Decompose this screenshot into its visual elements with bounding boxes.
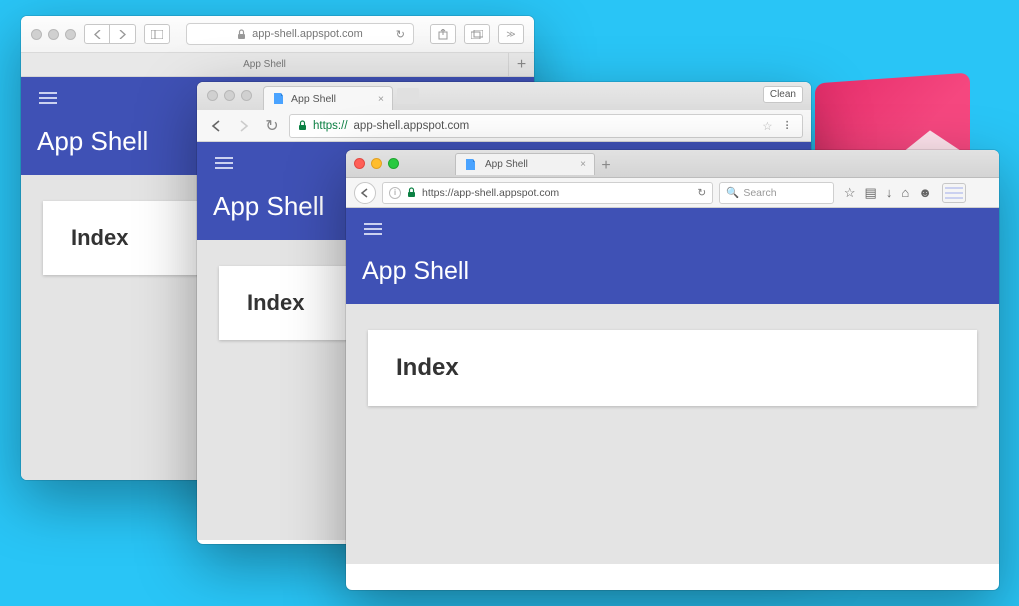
app-title: App Shell	[362, 257, 983, 286]
back-button[interactable]	[205, 115, 227, 137]
browser-tab[interactable]: App Shell ×	[455, 153, 595, 175]
close-dot[interactable]	[354, 158, 365, 169]
firefox-toolbar: i https://app-shell.appspot.com ↻ 🔍 Sear…	[346, 178, 999, 208]
hamburger-icon[interactable]	[39, 97, 57, 99]
maximize-dot[interactable]	[65, 29, 76, 40]
address-bar[interactable]: app-shell.appspot.com ↻	[186, 23, 414, 45]
hamburger-icon[interactable]	[364, 228, 382, 230]
nav-back-forward[interactable]	[84, 24, 136, 44]
close-dot[interactable]	[31, 29, 42, 40]
favicon-icon	[272, 92, 285, 105]
lock-icon	[237, 29, 246, 40]
bookmark-star-icon[interactable]: ☆	[844, 185, 856, 201]
app-header: App Shell	[346, 208, 999, 304]
tabs-button[interactable]	[464, 24, 490, 44]
app-menu-button[interactable]	[942, 183, 966, 203]
forward-button[interactable]	[110, 24, 136, 44]
maximize-dot[interactable]	[241, 90, 252, 101]
tab-title: App Shell	[243, 59, 286, 70]
page-menu-icon[interactable]: ⠇	[785, 119, 794, 133]
safari-tabbar: App Shell +	[21, 52, 534, 76]
lock-icon	[298, 120, 307, 131]
new-tab-button[interactable]: +	[595, 157, 617, 175]
address-text: app-shell.appspot.com	[252, 28, 363, 40]
url-bar[interactable]: i https://app-shell.appspot.com ↻	[382, 182, 713, 204]
url-host: app-shell.appspot.com	[354, 120, 470, 132]
hamburger-icon	[945, 192, 963, 194]
library-icon[interactable]: ▤	[865, 185, 877, 201]
safari-toolbar: app-shell.appspot.com ↻ ≫	[21, 16, 534, 52]
tab-title: App Shell	[485, 159, 528, 170]
share-button[interactable]	[430, 24, 456, 44]
new-tab-button[interactable]	[397, 88, 419, 104]
maximize-dot[interactable]	[388, 158, 399, 169]
url-text: https://app-shell.appspot.com	[422, 187, 559, 199]
toolbar-icons: ☆ ▤ ↓ ⌂ ☻	[844, 185, 932, 201]
url-scheme: https://	[313, 120, 348, 132]
home-icon[interactable]: ⌂	[901, 185, 909, 201]
chat-icon[interactable]: ☻	[918, 185, 932, 201]
search-engine-icon: 🔍	[726, 186, 739, 199]
hamburger-icon[interactable]	[215, 162, 233, 164]
window-controls[interactable]	[31, 29, 76, 40]
firefox-tabstrip: App Shell × +	[346, 150, 999, 178]
search-bar[interactable]: 🔍 Search	[719, 182, 834, 204]
reload-icon[interactable]: ↻	[697, 187, 706, 199]
close-dot[interactable]	[207, 90, 218, 101]
browser-tab[interactable]: App Shell	[21, 53, 508, 76]
window-controls[interactable]	[207, 90, 252, 101]
omnibox[interactable]: https:// app-shell.appspot.com ☆ ⠇	[289, 114, 803, 138]
tab-title: App Shell	[291, 93, 336, 105]
close-tab-icon[interactable]: ×	[580, 159, 586, 170]
minimize-dot[interactable]	[48, 29, 59, 40]
firefox-window: App Shell × + i https://app-shell.appspo…	[346, 150, 999, 590]
minimize-dot[interactable]	[224, 90, 235, 101]
favicon-icon	[464, 158, 477, 171]
bookmark-star-icon[interactable]: ☆	[762, 119, 772, 133]
search-placeholder: Search	[743, 187, 776, 199]
forward-button[interactable]	[233, 115, 255, 137]
close-tab-icon[interactable]: ×	[378, 93, 384, 105]
lock-icon	[407, 187, 416, 198]
chrome-toolbar: ↻ https:// app-shell.appspot.com ☆ ⠇	[197, 110, 811, 142]
back-button[interactable]	[84, 24, 110, 44]
downloads-icon[interactable]: ↓	[886, 185, 893, 201]
safari-chrome: app-shell.appspot.com ↻ ≫ App Shell +	[21, 16, 534, 77]
reload-button[interactable]: ↻	[261, 115, 283, 137]
new-tab-button[interactable]: +	[508, 53, 534, 76]
overflow-button[interactable]: ≫	[498, 24, 524, 44]
site-info-icon[interactable]: i	[389, 187, 401, 199]
browser-tab[interactable]: App Shell ×	[263, 86, 393, 110]
chrome-tabstrip: App Shell × Clean	[197, 82, 811, 110]
content-card: Index	[368, 330, 977, 406]
clean-button[interactable]: Clean	[763, 86, 803, 103]
window-controls[interactable]	[354, 158, 399, 169]
sidebar-button[interactable]	[144, 24, 170, 44]
card-heading: Index	[396, 354, 949, 382]
app-body: Index	[346, 304, 999, 564]
back-button[interactable]	[354, 182, 376, 204]
minimize-dot[interactable]	[371, 158, 382, 169]
reload-icon[interactable]: ↻	[396, 28, 405, 41]
